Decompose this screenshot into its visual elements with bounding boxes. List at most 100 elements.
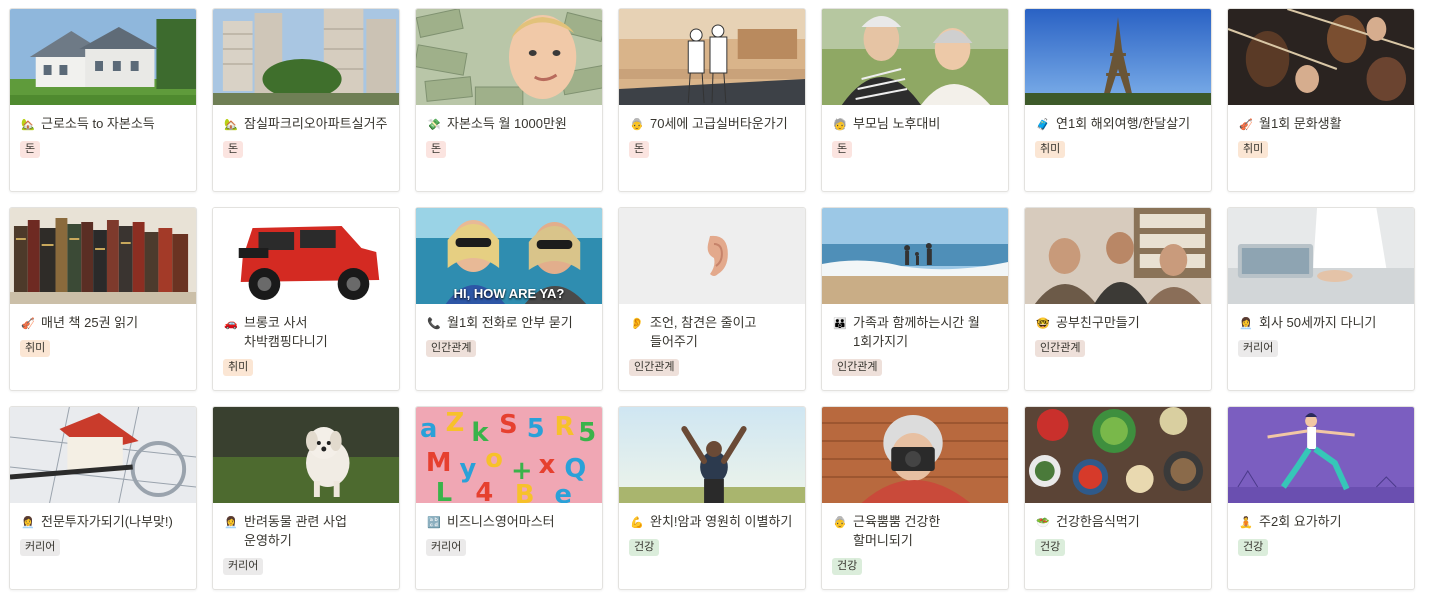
svg-text:x: x: [539, 450, 556, 480]
card-title: 🧘 주2회 요가하기: [1238, 512, 1404, 531]
gallery-card[interactable]: 🚗 브롱코 사서 차박캠핑다니기취미: [212, 207, 400, 391]
house-with-garden-icon: 🏡: [224, 117, 238, 131]
svg-text:M: M: [426, 448, 452, 478]
card-title: 🚗 브롱코 사서 차박캠핑다니기: [223, 313, 389, 351]
card-title-text: 주2회 요가하기: [1259, 514, 1342, 529]
category-tag: 취미: [223, 359, 254, 376]
cover-image: [10, 407, 196, 503]
svg-text:B: B: [515, 480, 535, 503]
cover-caption: HI, HOW ARE YA?: [453, 286, 565, 301]
card-title: 🔡 비즈니스영어마스터: [426, 512, 592, 531]
office-worker-icon: 👩‍💼: [21, 515, 35, 529]
card-title-text: 회사 50세까지 다니기: [1259, 315, 1377, 330]
cover-image: [416, 9, 602, 105]
office-worker-icon: 👩‍💼: [1239, 316, 1253, 330]
category-tag: 커리어: [223, 558, 264, 575]
gallery-card[interactable]: 👩‍💼 반려동물 관련 사업 운영하기커리어: [212, 406, 400, 590]
card-title-text: 잠실파크리오아파트실거주: [244, 116, 388, 131]
card-title: 👂 조언, 참견은 줄이고 들어주기: [629, 313, 795, 351]
card-title: 🎻 월1회 문화생활: [1238, 114, 1404, 133]
card-title: 🤓 공부친구만들기: [1035, 313, 1201, 332]
cover-image: [1025, 208, 1211, 304]
old-woman-icon: 👵: [833, 515, 847, 529]
card-title: 🏡 잠실파크리오아파트실거주: [223, 114, 389, 133]
gallery-card[interactable]: 👩‍💼 전문투자가되기(나부맞!) 커리어: [9, 406, 197, 590]
svg-text:5: 5: [578, 418, 596, 448]
category-tag: 커리어: [426, 539, 467, 556]
cover-image: [619, 9, 805, 105]
card-title-text: 자본소득 월 1000만원: [447, 116, 567, 131]
card-title-text: 반려동물 관련 사업 운영하기: [244, 514, 347, 548]
older-adult-icon: 🧓: [833, 117, 847, 131]
card-title-text: 연1회 해외여행/한달살기: [1056, 116, 1191, 131]
card-title: 🧳 연1회 해외여행/한달살기: [1035, 114, 1201, 133]
gallery-card[interactable]: 🧘 주2회 요가하기 건강: [1227, 406, 1415, 590]
card-title: 🧓 부모님 노후대비: [832, 114, 998, 133]
svg-text:e: e: [555, 480, 572, 503]
gallery-card[interactable]: 🏡 잠실파크리오아파트실거주 돈: [212, 8, 400, 192]
category-tag: 건강: [629, 539, 660, 556]
category-tag: 커리어: [20, 539, 61, 556]
gallery-card[interactable]: 🥗 건강한음식먹기 건강: [1024, 406, 1212, 590]
card-title: 👵 근육뿜뿜 건강한 할머니되기: [832, 512, 998, 550]
gallery-card[interactable]: 🧓 부모님 노후대비 돈: [821, 8, 1009, 192]
gallery-card[interactable]: HI, HOW ARE YA? 📞 월1회 전화로 안부 묻기인간관계: [415, 207, 603, 391]
gallery-card[interactable]: 💪 완치!암과 영원히 이별하기 건강: [618, 406, 806, 590]
cover-image: a Zk S 5 R 5M y o + x QL 4 Be: [416, 407, 602, 503]
card-title-text: 전문투자가되기(나부맞!): [41, 514, 173, 529]
gallery-card[interactable]: a Zk S 5 R 5 My o + x Q L 4 Be 🔡 비즈니스영어마스터 커리어: [415, 406, 603, 590]
category-tag: 취미: [1238, 141, 1269, 158]
gallery-card[interactable]: 🎻 월1회 문화생활취미: [1227, 8, 1415, 192]
salad-icon: 🥗: [1036, 515, 1050, 529]
cover-image: [822, 208, 1008, 304]
svg-text:5: 5: [527, 414, 545, 444]
gallery-card[interactable]: 🏡 근로소득 to 자본소득 돈: [9, 8, 197, 192]
cover-image: [213, 9, 399, 105]
family-icon: 👪: [833, 316, 847, 330]
cover-image: [619, 407, 805, 503]
card-title-text: 근육뿜뿜 건강한 할머니되기: [853, 514, 941, 548]
cover-image: [1025, 9, 1211, 105]
cover-image: [1025, 407, 1211, 503]
cover-image: [10, 9, 196, 105]
gallery-card[interactable]: 👪 가족과 함께하는시간 월 1회가지기인간관계: [821, 207, 1009, 391]
card-title-text: 월1회 문화생활: [1259, 116, 1342, 131]
cover-image: [213, 407, 399, 503]
gallery-card[interactable]: 🤓 공부친구만들기 인간관계: [1024, 207, 1212, 391]
money-with-wings-icon: 💸: [427, 117, 441, 131]
category-tag: 돈: [426, 141, 447, 158]
card-title-text: 공부친구만들기: [1056, 315, 1140, 330]
category-tag: 인간관계: [832, 359, 883, 376]
card-title-text: 매년 책 25권 읽기: [41, 315, 139, 330]
category-tag: 취미: [20, 340, 51, 357]
svg-text:L: L: [436, 478, 452, 503]
gallery-card[interactable]: 👵 근육뿜뿜 건강한 할머니되기건강: [821, 406, 1009, 590]
svg-text:R: R: [555, 412, 575, 442]
card-title-text: 부모님 노후대비: [853, 116, 941, 131]
gallery-card[interactable]: 🎻 매년 책 25권 읽기 취미: [9, 207, 197, 391]
telephone-icon: 📞: [427, 316, 441, 330]
card-title-text: 비즈니스영어마스터: [447, 514, 555, 529]
cover-image: [213, 208, 399, 304]
svg-text:4: 4: [475, 478, 493, 503]
category-tag: 커리어: [1238, 340, 1279, 357]
card-title: 📞 월1회 전화로 안부 묻기: [426, 313, 592, 332]
card-title: 🥗 건강한음식먹기: [1035, 512, 1201, 531]
flexed-biceps-icon: 💪: [630, 515, 644, 529]
gallery-card[interactable]: 💸 자본소득 월 1000만원 돈: [415, 8, 603, 192]
car-icon: 🚗: [224, 316, 238, 330]
gallery-card[interactable]: 👩‍💼 회사 50세까지 다니기커리어: [1227, 207, 1415, 391]
svg-text:y: y: [460, 454, 477, 484]
category-tag: 인간관계: [629, 359, 680, 376]
gallery-card[interactable]: 👵 70세에 고급실버타운가기 돈: [618, 8, 806, 192]
house-with-garden-icon: 🏡: [21, 117, 35, 131]
category-tag: 인간관계: [426, 340, 477, 357]
cover-image: [10, 208, 196, 304]
card-title-text: 가족과 함께하는시간 월 1회가지기: [853, 315, 980, 349]
svg-text:Z: Z: [446, 408, 465, 438]
gallery-card[interactable]: 🧳 연1회 해외여행/한달살기 취미: [1024, 8, 1212, 192]
office-worker-icon: 👩‍💼: [224, 515, 238, 529]
gallery-card[interactable]: 👂 조언, 참견은 줄이고 들어주기인간관계: [618, 207, 806, 391]
category-tag: 건강: [832, 558, 863, 575]
ear-icon: 👂: [630, 316, 644, 330]
